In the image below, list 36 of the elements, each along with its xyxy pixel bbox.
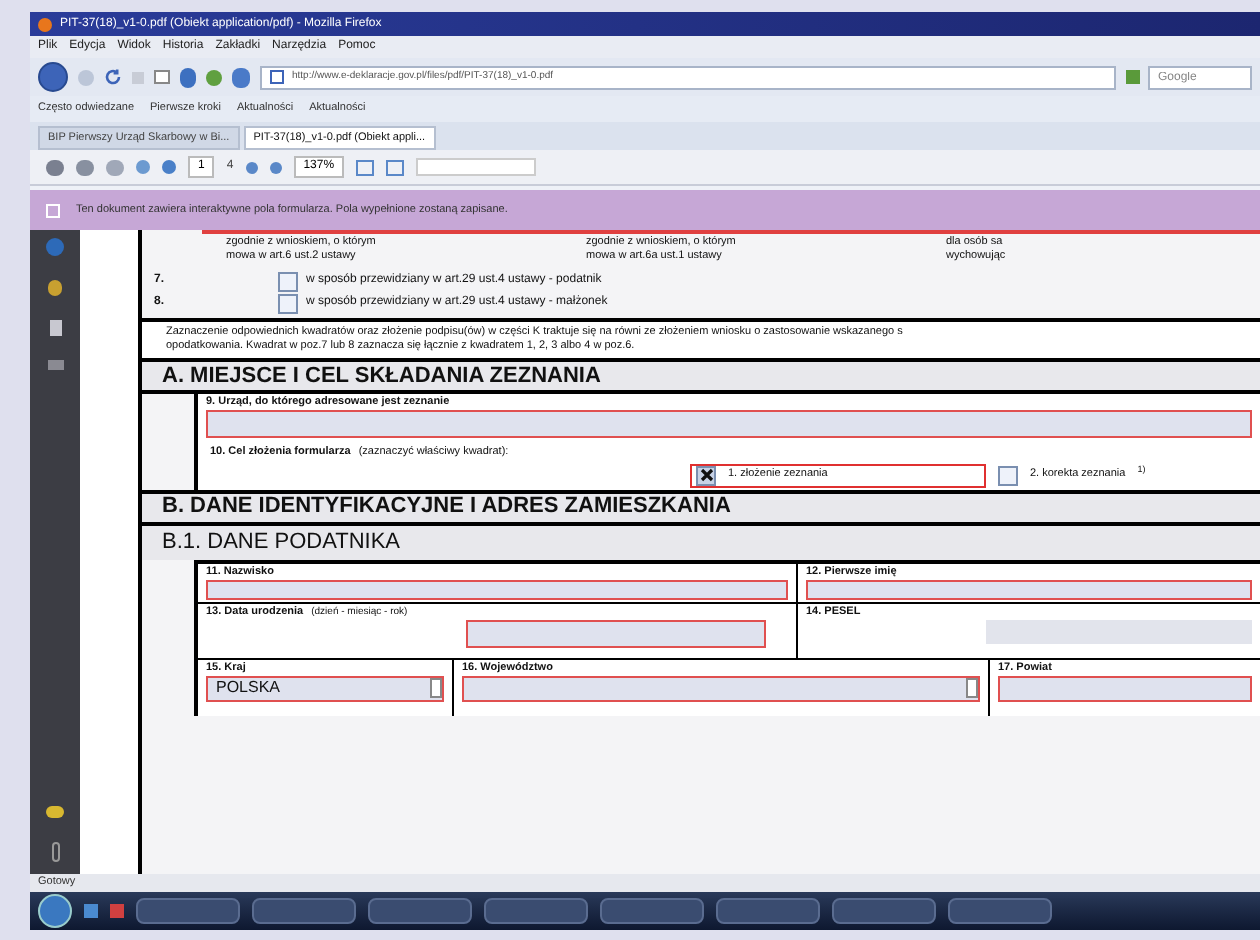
country-dropdown[interactable]: POLSKA: [206, 675, 444, 702]
surname-field[interactable]: [206, 579, 788, 600]
subsection-header: B.1. DANE PODATNIKA: [142, 525, 1260, 559]
taskbar-window-button[interactable]: [832, 898, 936, 924]
taskbar-window-button[interactable]: [368, 898, 472, 924]
reload-icon[interactable]: [104, 68, 122, 86]
dropdown-icon: [430, 678, 442, 699]
section-header: B. DANE IDENTYFIKACYJNE I ADRES ZAMIESZKANIA: [142, 489, 1260, 525]
cross-icon: [699, 468, 713, 482]
taskbar-window-button[interactable]: [136, 898, 240, 924]
checkbox[interactable]: [278, 293, 298, 313]
taskbar-window-button[interactable]: [600, 898, 704, 924]
first-name-field[interactable]: [806, 579, 1252, 600]
taskbar-window-button[interactable]: [252, 898, 356, 924]
taskbar-window-button[interactable]: [484, 898, 588, 924]
fit-page-icon[interactable]: [356, 159, 375, 175]
dropdown-icon: [966, 678, 978, 699]
checkbox[interactable]: [998, 465, 1018, 485]
province-dropdown[interactable]: [462, 675, 980, 702]
birth-date-field[interactable]: [466, 620, 766, 648]
office-field[interactable]: [206, 410, 1252, 439]
paperclip-icon[interactable]: [51, 842, 59, 862]
district-field[interactable]: [998, 675, 1252, 702]
checkbox[interactable]: [278, 271, 298, 291]
pesel-field[interactable]: [986, 619, 1252, 644]
back-icon[interactable]: [38, 62, 68, 92]
page-icon[interactable]: [49, 320, 61, 336]
form-icon: [46, 203, 60, 217]
start-button[interactable]: [38, 894, 72, 928]
fit-width-icon[interactable]: [386, 159, 405, 175]
taskbar-window-button[interactable]: [948, 898, 1052, 924]
taskbar-window-button[interactable]: [716, 898, 820, 924]
section-header: A. MIEJSCE I CEL SKŁADANIA ZEZNANIA: [142, 362, 1260, 394]
checkbox[interactable]: [696, 465, 716, 485]
find-field[interactable]: [416, 158, 537, 176]
page-icon: [270, 70, 284, 84]
